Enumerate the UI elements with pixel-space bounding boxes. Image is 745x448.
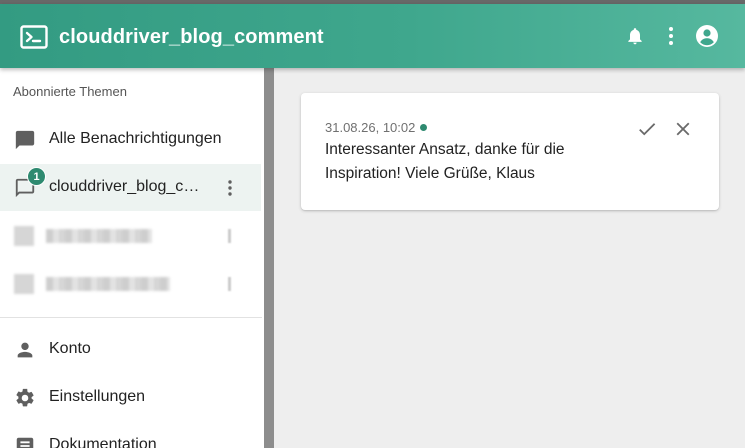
redacted-label [46,277,170,291]
redacted-menu [228,277,231,291]
unread-count-badge: 1 [27,167,46,186]
more-vert-icon[interactable] [657,22,685,50]
account-circle-icon[interactable] [693,22,721,50]
sidebar-item-label: clouddriver_blog_comment [49,178,207,195]
sidebar-item-settings[interactable]: Einstellungen [0,374,261,421]
redacted-menu [228,229,231,243]
chat-bubble-icon [14,129,36,151]
sidebar-item-redacted[interactable] [0,212,261,259]
redacted-icon [14,274,34,294]
sidebar-resize-handle[interactable] [264,68,274,448]
sidebar-item-account[interactable]: Konto [0,326,261,373]
sidebar-divider [0,317,262,318]
sidebar: Abonnierte Themen Alle Benachrichtigunge… [0,68,264,448]
sidebar-item-redacted[interactable] [0,260,261,307]
terminal-icon [20,25,48,49]
document-icon [14,435,36,448]
app-window: clouddriver_blog_comment Abonnierte Them… [0,0,745,448]
app-bar: clouddriver_blog_comment [0,4,745,68]
sidebar-item-label: Dokumentation [49,436,157,448]
notification-message: Interessanter Ansatz, danke für die Insp… [325,141,565,182]
more-vert-icon[interactable] [219,176,241,200]
redacted-label [46,229,152,243]
sidebar-item-label: Alle Benachrichtigungen [49,130,222,147]
sidebar-item-clouddriver-blog-comment[interactable]: 1 clouddriver_blog_comment [0,164,261,211]
close-icon[interactable] [671,117,695,141]
redacted-icon [14,226,34,246]
sidebar-item-label: Konto [49,340,91,357]
sidebar-item-documentation[interactable]: Dokumentation [0,422,261,448]
notification-card[interactable]: 31.08.26, 10:02 Interessanter Ansatz, da… [301,93,719,210]
section-heading: Abonnierte Themen [13,84,127,99]
person-icon [14,339,36,361]
unread-indicator [420,124,428,131]
sidebar-item-label: Einstellungen [49,388,146,405]
check-icon[interactable] [635,117,659,141]
app-title: clouddriver_blog_comment [59,26,324,48]
notification-meta: 31.08.26, 10:02 [325,120,428,135]
notification-list: 31.08.26, 10:02 Interessanter Ansatz, da… [274,68,745,448]
gear-icon [14,387,36,409]
bell-icon[interactable] [621,22,649,50]
sidebar-item-all-notifications[interactable]: Alle Benachrichtigungen [0,116,261,163]
notification-timestamp: 31.08.26, 10:02 [325,120,416,135]
